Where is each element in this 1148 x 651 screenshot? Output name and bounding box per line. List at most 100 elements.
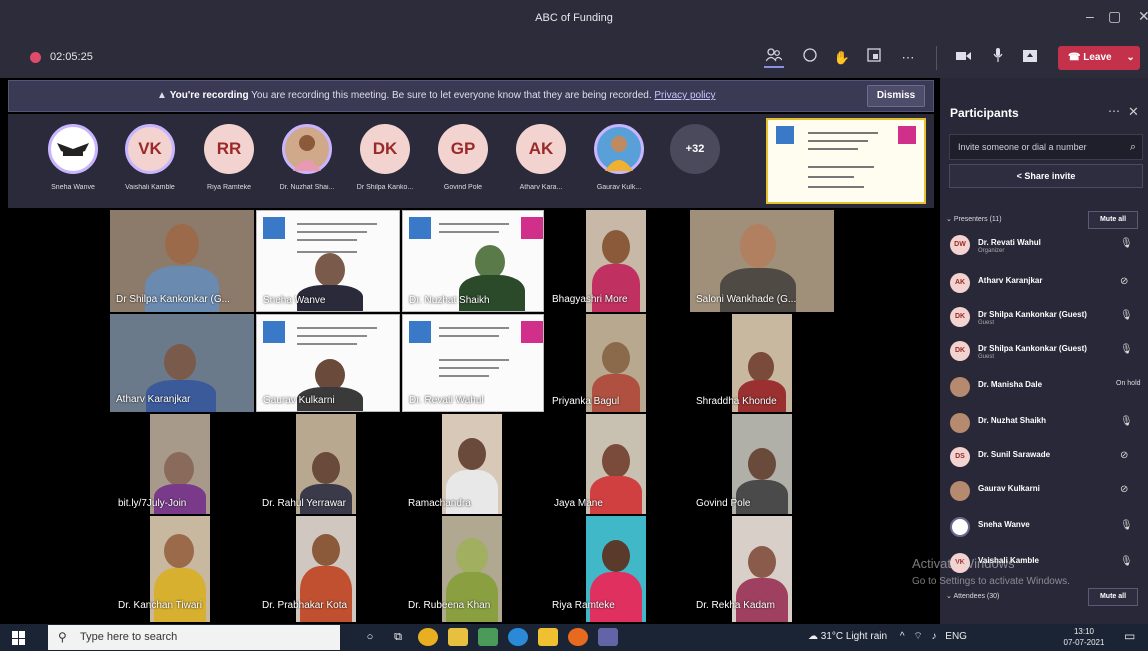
panel-title: Participants (950, 106, 1019, 120)
shared-content-thumbnail[interactable] (766, 118, 926, 204)
mic-off-icon: ⊘ (1120, 484, 1129, 495)
raise-hand-icon[interactable]: ✋ (832, 48, 852, 68)
mic-icon: 🎙 (1120, 520, 1133, 531)
mic-icon[interactable] (988, 48, 1008, 68)
avatar: RR (204, 124, 254, 174)
teams-icon[interactable] (598, 628, 618, 646)
mute-all-button[interactable]: Mute all (1088, 211, 1138, 229)
weather-text: 31°C Light rain (820, 631, 888, 642)
rooms-icon[interactable] (864, 48, 884, 68)
avatar-item[interactable]: RR Riya Ramteke (204, 124, 254, 191)
tile-name: Bhagyashri More (552, 294, 628, 305)
close-icon[interactable]: ✕ (1128, 104, 1139, 120)
volume-icon[interactable]: ♪ (932, 631, 937, 642)
privacy-policy-link[interactable]: Privacy policy (654, 90, 715, 101)
video-tile[interactable]: Saloni Wankhade (G... (690, 210, 834, 312)
window-title-bar: ABC of Funding – ▢ ✕ (0, 0, 1148, 38)
maximize-button[interactable]: ▢ (1108, 8, 1121, 25)
avatar-item[interactable]: AK Atharv Kara... (516, 124, 566, 191)
toolbar-divider (936, 46, 937, 70)
chat-icon[interactable] (800, 48, 820, 68)
avatar (950, 377, 970, 397)
mute-all-attendees-button[interactable]: Mute all (1088, 588, 1138, 606)
chrome-icon[interactable] (418, 628, 438, 646)
taskbar-search-input[interactable]: ⚲ Type here to search (48, 625, 340, 650)
logo-icon (776, 126, 794, 144)
taskbar-clock[interactable]: 13:10 07-07-2021 (1062, 626, 1106, 648)
participant-row[interactable]: DK Dr Shilpa Kankonkar (Guest) Guest 🎙 (940, 336, 1148, 366)
invite-search-input[interactable]: Invite someone or dial a number ⌕ (949, 134, 1143, 160)
avatar-item[interactable]: Dr. Nuzhat Shai... (280, 124, 334, 191)
presenters-section-label[interactable]: ⌄ Presenters (11) (946, 215, 1002, 223)
participant-row[interactable]: DS Dr. Sunil Sarawade ⊘ (940, 442, 1148, 472)
avatar-item[interactable]: VK Vaishali Kamble (125, 124, 175, 191)
participant-row[interactable]: Gaurav Kulkarni ⊘ (940, 476, 1148, 506)
avatar (950, 413, 970, 433)
panel-more-icon[interactable]: ⋯ (1108, 104, 1120, 118)
participants-icon[interactable] (764, 48, 784, 68)
meeting-timer: 02:05:25 (50, 51, 93, 63)
minimize-button[interactable]: – (1086, 8, 1094, 24)
attendees-count: Attendees (30) (953, 593, 1000, 600)
video-tile[interactable]: Atharv Karanjkar (110, 314, 254, 412)
close-window-button[interactable]: ✕ (1138, 8, 1148, 25)
video-tile[interactable]: Dr. Revati Wahul (402, 314, 544, 412)
video-tile[interactable]: Dr. Nuzhat Shaikh (402, 210, 544, 312)
firefox-icon[interactable] (568, 628, 588, 646)
tile-name: Saloni Wankhade (G... (696, 294, 797, 305)
video-tile[interactable]: Sneha Wanve (256, 210, 400, 312)
task-view-icon[interactable]: ⧉ (388, 628, 408, 646)
video-tile[interactable]: Gaurav Kulkarni (256, 314, 400, 412)
share-invite-button[interactable]: < Share invite (949, 164, 1143, 188)
slide-line (808, 132, 878, 134)
participant-name: Gaurav Kulkarni (978, 484, 1040, 493)
participant-row[interactable]: Dr. Nuzhat Shaikh 🎙 (940, 408, 1148, 438)
clock-date: 07-07-2021 (1063, 638, 1105, 647)
participant-row[interactable]: Sneha Wanve 🎙 (940, 512, 1148, 542)
windows-start-icon[interactable] (12, 631, 26, 645)
avatar: AK (950, 273, 970, 293)
avatar (950, 517, 970, 537)
cortana-icon[interactable]: ○ (360, 628, 380, 646)
avatar-label: Atharv Kara... (519, 184, 563, 191)
participant-row[interactable]: DW Dr. Revati Wahul Organizer 🎙 (940, 230, 1148, 260)
leave-button[interactable]: ☎ Leave ⌄ (1058, 46, 1140, 70)
file-explorer-icon[interactable] (538, 628, 558, 646)
tile-name: Jaya Mane (554, 498, 603, 509)
camera-icon[interactable] (954, 48, 974, 68)
attendees-section-label[interactable]: ⌄ Attendees (30) (946, 592, 999, 600)
avatar-item[interactable]: GP Govind Pole (438, 124, 488, 191)
participant-row[interactable]: DK Dr Shilpa Kankonkar (Guest) Guest 🎙 (940, 302, 1148, 332)
presenters-count: Presenters (11) (953, 216, 1002, 223)
avatar-label: Dr Shilpa Kanko... (356, 184, 414, 191)
network-icon[interactable]: ⌔ (913, 631, 922, 642)
avatar: AK (516, 124, 566, 174)
notification-icon[interactable]: ▭ (1124, 629, 1135, 643)
more-icon[interactable]: ⋯ (898, 48, 918, 68)
more-participants-button[interactable]: +32 (670, 124, 720, 174)
avatar-item[interactable]: Sneha Wanve (48, 124, 98, 191)
share-screen-icon[interactable] (1020, 48, 1040, 68)
avatar (594, 124, 644, 174)
tile-name: Dr. Rekha Kadam (696, 600, 775, 611)
calculator-icon[interactable] (478, 628, 498, 646)
store-icon[interactable] (448, 628, 468, 646)
video-tile[interactable]: Dr Shilpa Kankonkar (G... (110, 210, 254, 312)
participant-row[interactable]: AK Atharv Karanjkar ⊘ (940, 268, 1148, 298)
participant-row[interactable]: Dr. Manisha Dale On hold (940, 372, 1148, 402)
recording-bold-text: You're recording (169, 90, 249, 101)
language-indicator[interactable]: ENG (945, 631, 967, 642)
leave-label: Leave (1083, 52, 1112, 63)
mic-off-icon: ⊘ (1120, 276, 1129, 287)
tile-name: Gaurav Kulkarni (263, 395, 335, 406)
search-placeholder: Type here to search (80, 631, 178, 643)
avatar-item[interactable]: Gaurav Kulk... (594, 124, 644, 191)
recording-body-text: You are recording this meeting. Be sure … (251, 90, 652, 101)
participant-name: Dr. Nuzhat Shaikh (978, 416, 1047, 425)
recording-banner: ▲ You're recording You are recording thi… (8, 80, 934, 112)
dismiss-button[interactable]: Dismiss (867, 85, 925, 107)
avatar-item[interactable]: DK Dr Shilpa Kanko... (357, 124, 413, 191)
mic-off-icon: ⊘ (1120, 450, 1129, 461)
tray-chevron-icon[interactable]: ^ (900, 631, 905, 642)
edge-icon[interactable] (508, 628, 528, 646)
